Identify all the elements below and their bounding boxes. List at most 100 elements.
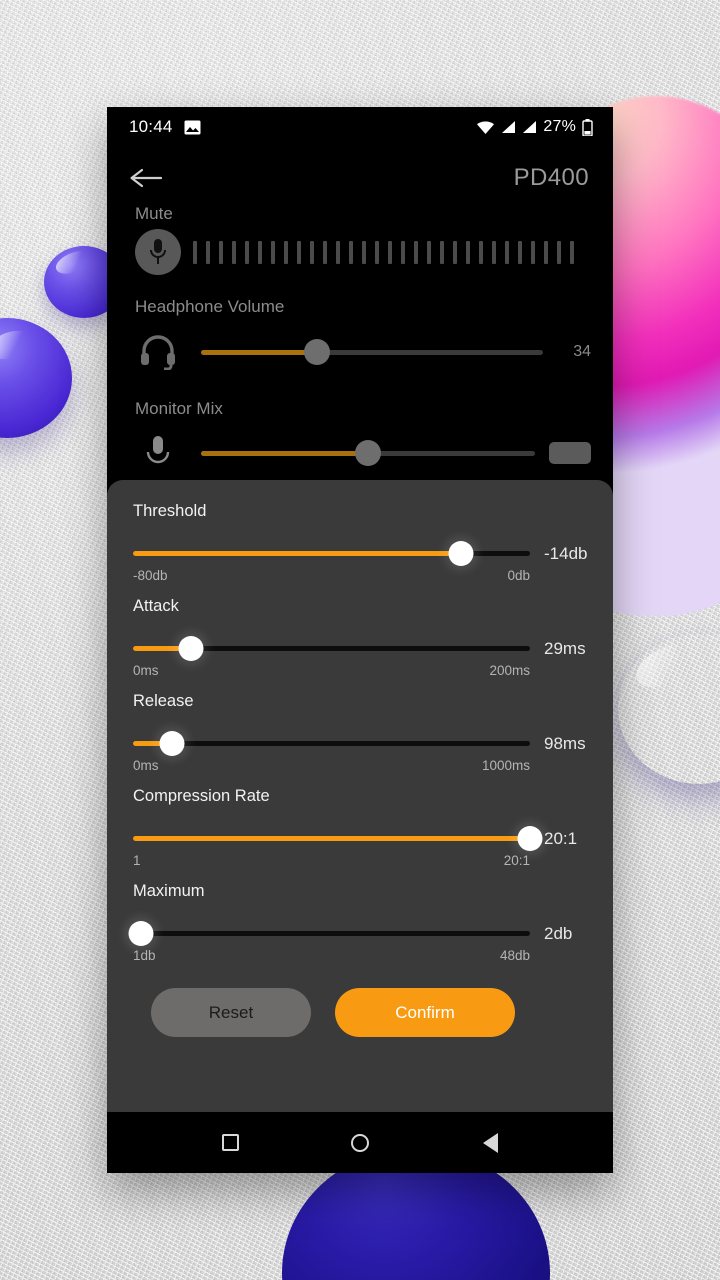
meter-tick bbox=[505, 240, 509, 264]
app-bar: PD400 bbox=[107, 147, 613, 209]
parameter-slider[interactable] bbox=[128, 921, 530, 946]
meter-tick bbox=[570, 240, 574, 264]
range-min-label: 1 bbox=[133, 853, 141, 868]
microphone-icon[interactable] bbox=[135, 229, 181, 275]
image-icon bbox=[184, 120, 201, 135]
slider-thumb[interactable] bbox=[304, 339, 331, 365]
slider-thumb[interactable] bbox=[355, 440, 381, 466]
status-bar-right: 27% bbox=[476, 118, 593, 136]
parameter-value: 20:1 bbox=[544, 829, 578, 848]
monitor-mix-row bbox=[107, 427, 613, 479]
parameter-label: Threshold bbox=[133, 502, 207, 520]
meter-tick bbox=[258, 240, 262, 264]
parameter-attack: Attack 29ms 0ms 200ms bbox=[133, 597, 587, 681]
meter-tick bbox=[297, 240, 301, 264]
meter-tick bbox=[375, 240, 379, 264]
slider-thumb[interactable] bbox=[159, 731, 185, 756]
sheet-action-buttons: Reset Confirm bbox=[133, 988, 587, 1037]
square-icon bbox=[221, 1134, 239, 1151]
parameter-slider[interactable] bbox=[133, 826, 543, 851]
meter-tick bbox=[414, 240, 418, 264]
slider-thumb[interactable] bbox=[128, 921, 154, 946]
meter-tick bbox=[193, 240, 197, 264]
meter-tick bbox=[206, 240, 210, 264]
meter-tick bbox=[323, 240, 327, 264]
range-labels: 1 20:1 bbox=[133, 853, 530, 871]
meter-tick bbox=[245, 240, 249, 264]
meter-tick bbox=[453, 240, 457, 264]
headphone-volume-slider[interactable] bbox=[201, 339, 543, 365]
range-labels: 0ms 200ms bbox=[133, 663, 530, 681]
slider-thumb[interactable] bbox=[517, 826, 543, 851]
parameter-slider[interactable] bbox=[133, 731, 530, 756]
parameter-label: Compression Rate bbox=[133, 787, 270, 805]
parameter-value: 2db bbox=[544, 924, 573, 943]
meter-tick bbox=[336, 240, 340, 264]
slider-fill bbox=[201, 349, 318, 355]
slider-thumb[interactable] bbox=[178, 636, 204, 661]
slider-fill bbox=[133, 836, 530, 841]
confirm-button[interactable]: Confirm bbox=[335, 988, 515, 1037]
parameter-value: 29ms bbox=[544, 639, 586, 658]
wallpaper: 10:44 27% PD400 Mute Headphone Volume 34… bbox=[0, 0, 720, 1280]
status-bar: 10:44 27% bbox=[107, 107, 613, 147]
parameter-release: Release 98ms 0ms 1000ms bbox=[133, 692, 587, 776]
level-chip[interactable] bbox=[549, 442, 591, 464]
meter-tick bbox=[362, 240, 366, 264]
back-button[interactable] bbox=[129, 156, 173, 200]
meter-tick bbox=[492, 240, 496, 264]
parameter-slider[interactable] bbox=[133, 541, 530, 566]
signal-icon bbox=[522, 120, 537, 134]
android-navigation-bar bbox=[107, 1112, 613, 1173]
wifi-icon bbox=[476, 120, 495, 135]
meter-tick bbox=[518, 240, 522, 264]
recents-button[interactable] bbox=[210, 1123, 250, 1163]
slider-thumb[interactable] bbox=[448, 541, 474, 566]
range-max-label: 48db bbox=[499, 948, 530, 963]
meter-tick bbox=[219, 240, 223, 264]
parameter-threshold: Threshold -14db -80db 0db bbox=[133, 502, 587, 586]
meter-tick bbox=[232, 240, 236, 264]
range-max-label: 1000ms bbox=[481, 758, 530, 773]
parameter-value: -14db bbox=[544, 544, 588, 563]
slider-row: 29ms bbox=[133, 636, 587, 661]
system-back-button[interactable] bbox=[470, 1123, 510, 1163]
status-bar-left: 10:44 bbox=[129, 117, 201, 137]
mute-row bbox=[107, 223, 613, 281]
monitor-mix-label: Monitor Mix bbox=[135, 399, 223, 418]
sphere-gloss bbox=[0, 326, 36, 365]
range-labels: 1db 48db bbox=[133, 948, 530, 966]
battery-percent-label: 27% bbox=[543, 118, 576, 135]
slider-row: 20:1 bbox=[133, 826, 587, 851]
meter-tick bbox=[284, 240, 288, 264]
range-min-label: 0ms bbox=[133, 758, 159, 773]
page-title: PD400 bbox=[513, 164, 589, 191]
parameter-list: Threshold -14db -80db 0db Attack 29ms 0ms 200ms… bbox=[128, 502, 587, 966]
range-max-label: 200ms bbox=[489, 663, 530, 678]
meter-tick bbox=[388, 240, 392, 264]
slider-fill bbox=[133, 551, 461, 556]
parameter-label: Attack bbox=[133, 597, 179, 615]
arrow-left-icon bbox=[129, 166, 163, 190]
battery-icon bbox=[582, 118, 593, 136]
signal-icon bbox=[501, 120, 516, 134]
slider-track bbox=[133, 931, 530, 936]
circle-icon bbox=[351, 1133, 369, 1152]
parameter-maximum: Maximum 2db 1db 48db bbox=[128, 882, 587, 966]
home-button[interactable] bbox=[340, 1123, 380, 1163]
parameter-value: 98ms bbox=[544, 734, 586, 753]
headphone-volume-label: Headphone Volume bbox=[135, 297, 285, 316]
meter-tick bbox=[544, 240, 548, 264]
headphones-icon bbox=[135, 332, 181, 372]
reset-button[interactable]: Reset bbox=[151, 988, 311, 1037]
monitor-mix-slider[interactable] bbox=[201, 440, 535, 466]
range-min-label: 1db bbox=[133, 948, 156, 963]
range-labels: 0ms 1000ms bbox=[133, 758, 530, 776]
headphone-volume-value: 34 bbox=[573, 343, 591, 360]
meter-tick bbox=[466, 240, 470, 264]
parameter-slider[interactable] bbox=[133, 636, 530, 661]
input-level-meter bbox=[193, 240, 574, 264]
meter-tick bbox=[310, 240, 314, 264]
slider-row: 98ms bbox=[133, 731, 587, 756]
slider-row: -14db bbox=[133, 541, 588, 566]
